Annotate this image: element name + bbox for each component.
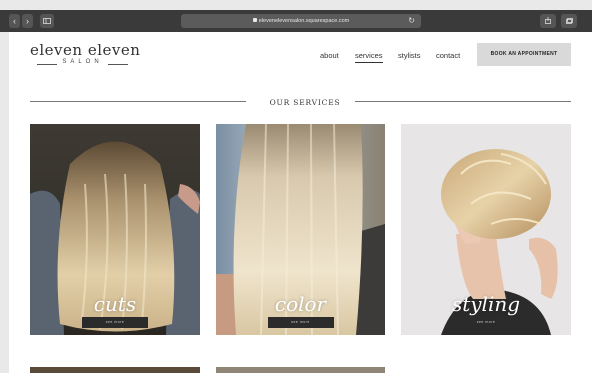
- browser-toolbar: ‹ › elevenelevensalon.squarespace.com ↻: [0, 10, 592, 32]
- chevron-left-icon: ‹: [13, 16, 16, 26]
- back-button[interactable]: ‹: [9, 14, 20, 28]
- section-title: OUR SERVICES: [269, 98, 341, 107]
- address-bar[interactable]: elevenelevensalon.squarespace.com ↻: [181, 14, 421, 28]
- share-icon: [545, 17, 551, 24]
- section-divider-right: [355, 101, 571, 102]
- nav-about[interactable]: about: [320, 51, 339, 60]
- address-url: elevenelevensalon.squarespace.com: [258, 18, 350, 24]
- forward-button[interactable]: ›: [22, 14, 33, 28]
- service-card-partial-1[interactable]: [30, 367, 200, 373]
- book-appointment-button[interactable]: BOOK AN APPOINTMENT: [477, 43, 571, 66]
- service-card-styling[interactable]: styling see more: [401, 124, 571, 335]
- chevron-right-icon: ›: [26, 16, 29, 26]
- sidebar-button[interactable]: [40, 14, 54, 28]
- logo-subtitle: SALON: [30, 59, 135, 69]
- web-page: eleven eleven SALON about services styli…: [9, 32, 592, 373]
- card-title-styling: styling: [451, 292, 521, 316]
- card-title-color: color: [274, 292, 327, 316]
- sidebar-icon: [43, 18, 51, 24]
- tabs-button[interactable]: [561, 14, 577, 28]
- share-button[interactable]: [540, 14, 556, 28]
- nav-services[interactable]: services: [355, 51, 383, 63]
- nav-stylists[interactable]: stylists: [398, 51, 421, 60]
- service-card-partial-2[interactable]: [216, 367, 385, 373]
- logo-title[interactable]: eleven eleven: [30, 41, 140, 59]
- see-more-button-styling[interactable]: see more: [453, 317, 519, 328]
- see-more-button-cuts[interactable]: see more: [82, 317, 148, 328]
- logo-divider-right: [108, 64, 128, 65]
- service-card-color[interactable]: color see more: [216, 124, 385, 335]
- lock-icon: [252, 18, 257, 22]
- reload-icon[interactable]: ↻: [408, 14, 415, 28]
- section-divider-left: [30, 101, 246, 102]
- card-title-cuts: cuts: [93, 292, 137, 316]
- tabs-icon: [565, 18, 573, 24]
- service-card-cuts[interactable]: cuts see more: [30, 124, 200, 335]
- see-more-button-color[interactable]: see more: [267, 317, 334, 328]
- nav-contact[interactable]: contact: [436, 51, 460, 60]
